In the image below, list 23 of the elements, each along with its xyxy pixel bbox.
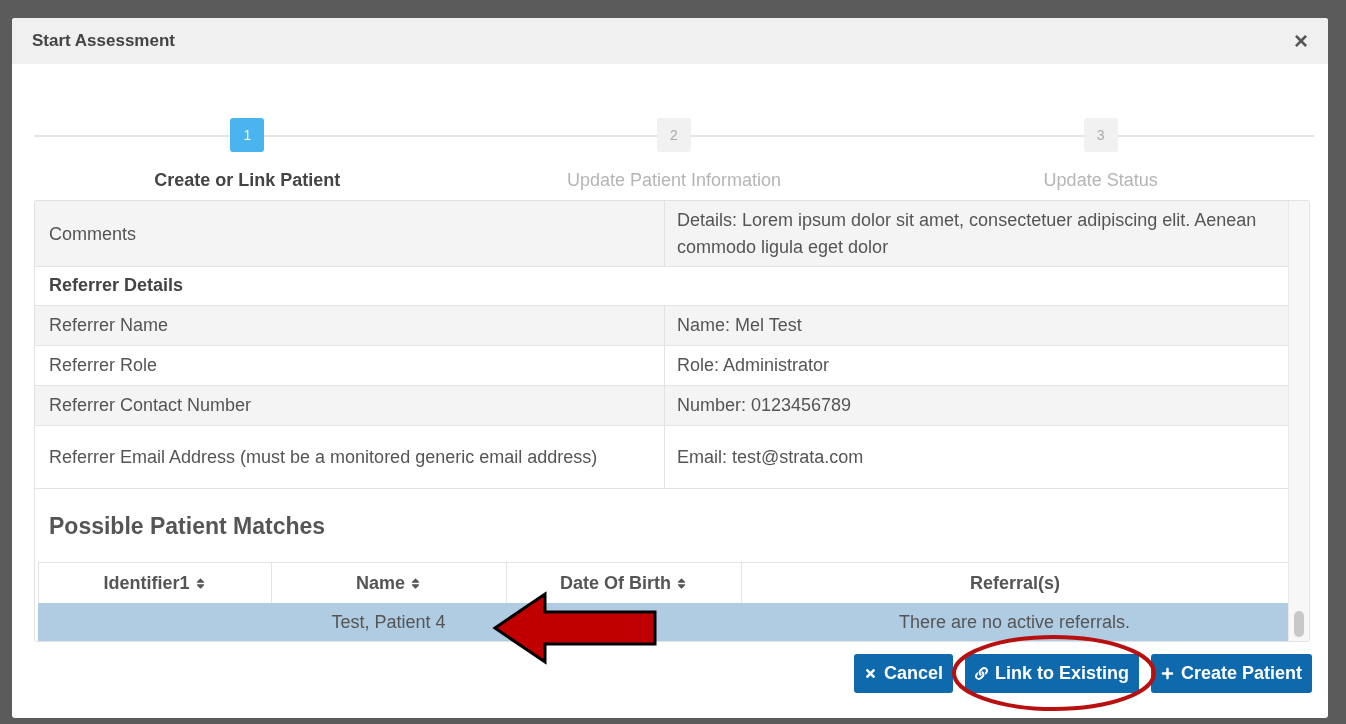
- sort-icon: [675, 576, 688, 590]
- close-icon: [863, 667, 877, 680]
- table-cell-text: There are no active referrals.: [897, 610, 1132, 634]
- detail-label: Referrer Name: [48, 314, 170, 337]
- scroll-thumb[interactable]: [1294, 611, 1304, 637]
- close-button[interactable]: ×: [1294, 29, 1308, 53]
- step-label: Update Patient Information: [566, 170, 782, 191]
- matches-title: Possible Patient Matches: [48, 512, 327, 541]
- step-label: Update Status: [1043, 170, 1158, 191]
- action-button[interactable]: Create Patient: [1150, 654, 1312, 693]
- detail-label: Referrer Contact Number: [48, 394, 253, 417]
- dialog-title: Start Assessment: [32, 31, 175, 51]
- detail-label: Referrer Role: [48, 354, 159, 377]
- link-icon: [974, 667, 988, 680]
- detail-label: Comments: [48, 222, 138, 246]
- table-cell-text: Test, Patient 4: [330, 610, 447, 634]
- action-button[interactable]: Link to Existing: [964, 654, 1139, 693]
- scrollbar[interactable]: [1288, 201, 1309, 641]
- action-button[interactable]: Cancel: [853, 654, 953, 693]
- plus-icon: [1160, 667, 1174, 680]
- step-label: Create or Link Patient: [154, 170, 341, 191]
- sort-icon: [409, 576, 422, 590]
- detail-label: Referrer Email Address (must be a monitored generic email address): [48, 445, 599, 469]
